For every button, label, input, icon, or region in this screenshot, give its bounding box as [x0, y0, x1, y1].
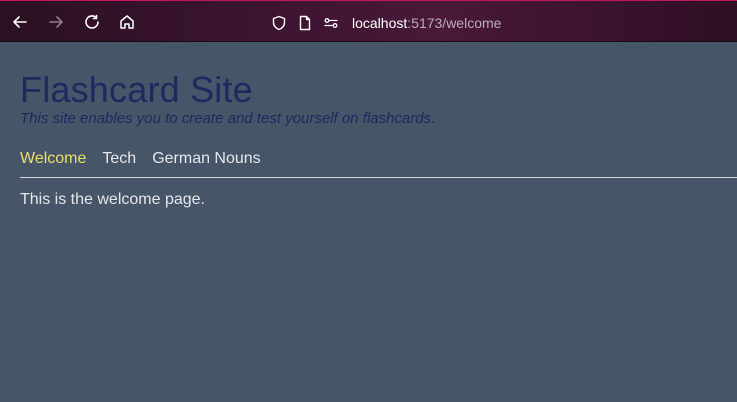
reload-button[interactable]	[82, 12, 102, 32]
home-button[interactable]	[117, 12, 137, 32]
forward-arrow-icon	[49, 16, 63, 28]
forward-button[interactable]	[46, 12, 66, 32]
site-subtitle: This site enables you to create and test…	[20, 110, 436, 127]
url-text[interactable]: localhost:5173/welcome	[352, 15, 501, 31]
back-button[interactable]	[10, 12, 30, 32]
shield-icon	[272, 15, 286, 31]
site-permissions-icon	[324, 18, 338, 28]
nav-link-german-nouns[interactable]: German Nouns	[152, 150, 261, 168]
browser-toolbar: localhost:5173/welcome	[0, 0, 737, 42]
site-nav: Welcome Tech German Nouns	[20, 150, 261, 168]
url-path: :5173/welcome	[407, 15, 502, 31]
tracking-protection-button[interactable]	[270, 14, 288, 32]
address-bar[interactable]: localhost:5173/welcome	[270, 12, 501, 34]
site-permissions-button[interactable]	[322, 14, 340, 32]
site-title: Flashcard Site	[20, 69, 253, 110]
reload-icon	[85, 14, 99, 29]
page-info-button[interactable]	[296, 14, 314, 32]
home-icon	[120, 15, 134, 29]
url-host: localhost	[352, 15, 408, 31]
nav-link-tech[interactable]: Tech	[102, 150, 136, 168]
welcome-message: This is the welcome page.	[20, 191, 205, 208]
back-arrow-icon	[13, 16, 27, 28]
nav-link-welcome[interactable]: Welcome	[20, 150, 86, 168]
page-icon	[299, 15, 311, 31]
page-content: Flashcard Site This site enables you to …	[0, 43, 737, 402]
nav-divider	[20, 177, 737, 178]
